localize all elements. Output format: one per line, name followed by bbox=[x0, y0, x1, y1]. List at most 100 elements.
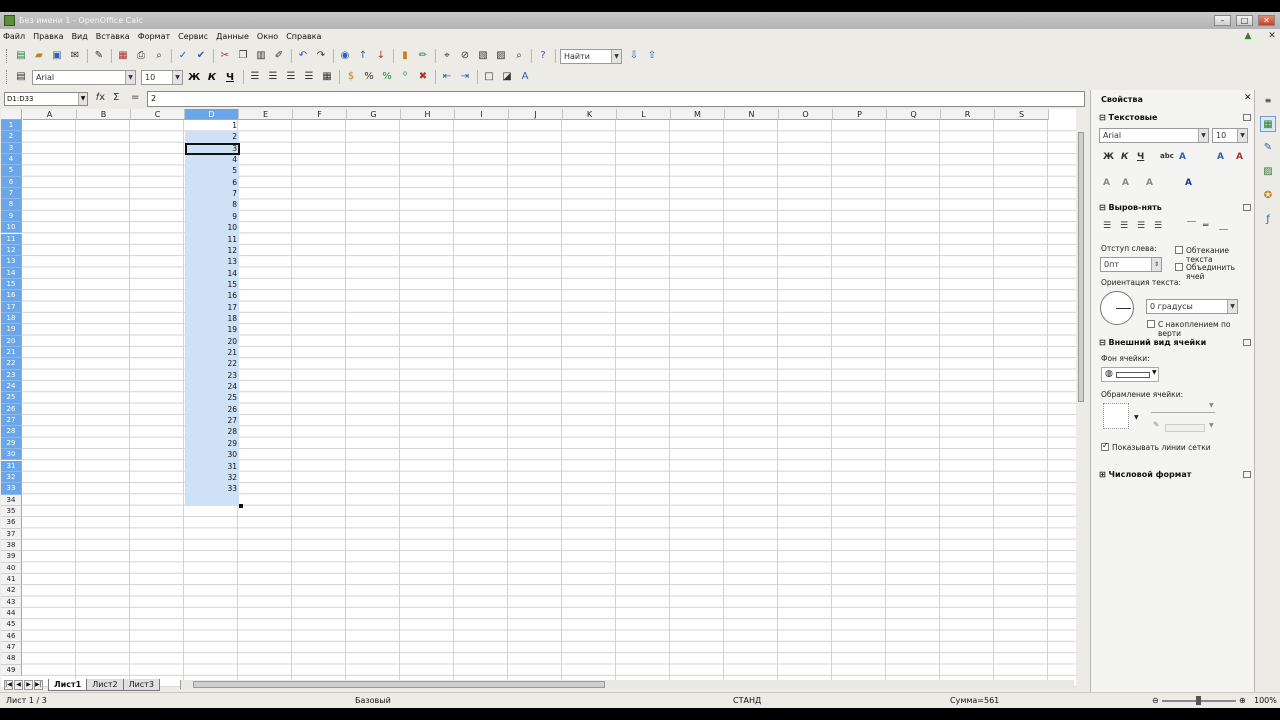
cell-d5[interactable]: 5 bbox=[185, 165, 239, 176]
cell-d30[interactable]: 30 bbox=[185, 449, 239, 460]
cut-icon[interactable]: ✂ bbox=[218, 49, 232, 63]
cell-d12[interactable]: 12 bbox=[185, 245, 239, 256]
vertical-scroll-thumb[interactable] bbox=[1078, 132, 1084, 402]
chevron-down-icon[interactable]: ▼ bbox=[1227, 300, 1237, 313]
sidebar-align-right-icon[interactable]: ☰ bbox=[1137, 221, 1145, 231]
row-header-14[interactable]: 14 bbox=[1, 267, 22, 279]
row-header-6[interactable]: 6 bbox=[1, 176, 22, 189]
row-header-41[interactable]: 41 bbox=[1, 574, 22, 586]
row-header-24[interactable]: 24 bbox=[1, 381, 22, 393]
close-button[interactable]: ✕ bbox=[1258, 15, 1275, 26]
row-header-15[interactable]: 15 bbox=[1, 278, 22, 291]
status-insert-mode[interactable]: СТАНД bbox=[733, 696, 761, 705]
row-header-23[interactable]: 23 bbox=[1, 369, 22, 382]
cell-d10[interactable]: 10 bbox=[185, 222, 239, 233]
sort-descending-icon[interactable]: ↓ bbox=[374, 49, 388, 63]
row-header-42[interactable]: 42 bbox=[1, 585, 22, 597]
column-header-s[interactable]: S bbox=[995, 109, 1049, 120]
cell-d17[interactable]: 17 bbox=[185, 302, 239, 313]
cell-d7[interactable]: 7 bbox=[185, 188, 239, 199]
sidebar-align-left-icon[interactable]: ☰ bbox=[1103, 221, 1111, 231]
underline-button[interactable]: Ч bbox=[224, 72, 236, 83]
chevron-down-icon[interactable]: ▼ bbox=[125, 70, 135, 84]
row-header-39[interactable]: 39 bbox=[1, 551, 22, 563]
zoom-in-icon[interactable]: ⊕ bbox=[1239, 696, 1246, 705]
column-header-n[interactable]: N bbox=[725, 109, 779, 120]
cell-d23[interactable]: 23 bbox=[185, 370, 239, 381]
row-header-33[interactable]: 33 bbox=[1, 483, 22, 495]
menu-insert[interactable]: Вставка bbox=[96, 32, 130, 41]
select-all-corner[interactable] bbox=[1, 109, 22, 120]
cell-d13[interactable]: 13 bbox=[185, 256, 239, 267]
bold-button[interactable]: Ж bbox=[188, 72, 200, 83]
column-header-o[interactable]: O bbox=[779, 109, 833, 120]
merge-cells-icon[interactable]: ▦ bbox=[320, 70, 334, 84]
cell-background-picker[interactable]: ◍ ▼ bbox=[1101, 367, 1159, 382]
align-center-icon[interactable]: ☰ bbox=[266, 70, 280, 84]
menu-file[interactable]: Файл bbox=[3, 32, 25, 41]
row-header-40[interactable]: 40 bbox=[1, 562, 22, 574]
superscript-icon[interactable]: A bbox=[1103, 178, 1110, 188]
properties-tab-icon[interactable]: ▦ bbox=[1260, 116, 1276, 132]
styles-tab-icon[interactable]: ✎ bbox=[1260, 140, 1276, 156]
maximize-button[interactable]: □ bbox=[1236, 15, 1253, 26]
sidebar-italic-button[interactable]: К bbox=[1121, 152, 1128, 162]
row-header-49[interactable]: 49 bbox=[1, 664, 22, 677]
chevron-down-icon[interactable]: ▼ bbox=[172, 70, 182, 84]
more-options-icon[interactable] bbox=[1243, 204, 1251, 211]
row-header-27[interactable]: 27 bbox=[1, 415, 22, 427]
cell-d26[interactable]: 26 bbox=[185, 404, 239, 415]
font-name-select[interactable]: Arial ▼ bbox=[32, 69, 136, 85]
functions-tab-icon[interactable]: ƒ bbox=[1260, 212, 1276, 228]
row-header-10[interactable]: 10 bbox=[1, 222, 22, 234]
menu-data[interactable]: Данные bbox=[216, 32, 249, 41]
last-sheet-icon[interactable]: ▶| bbox=[34, 680, 43, 690]
sheet-tab-1[interactable]: Лист1 bbox=[48, 679, 88, 691]
toolbar-grip[interactable] bbox=[6, 70, 9, 84]
cell-d9[interactable]: 9 bbox=[185, 211, 239, 222]
row-header-25[interactable]: 25 bbox=[1, 392, 22, 404]
section-character[interactable]: ⊟ Текстовые bbox=[1099, 113, 1157, 122]
email-icon[interactable]: ✉ bbox=[68, 49, 82, 63]
row-header-48[interactable]: 48 bbox=[1, 653, 22, 665]
horizontal-scroll-thumb[interactable] bbox=[193, 681, 605, 688]
row-header-44[interactable]: 44 bbox=[1, 608, 22, 620]
sort-ascending-icon[interactable]: ↑ bbox=[356, 49, 370, 63]
background-color-icon[interactable]: ◪ bbox=[500, 70, 514, 84]
merge-cells-checkbox[interactable] bbox=[1175, 263, 1183, 271]
prev-sheet-icon[interactable]: ◀ bbox=[14, 680, 23, 690]
section-alignment[interactable]: ⊟ Выров-нять bbox=[1099, 203, 1162, 212]
spin-icon[interactable]: ⇕ bbox=[1151, 258, 1161, 271]
column-header-a[interactable]: A bbox=[23, 109, 77, 120]
row-header-32[interactable]: 32 bbox=[1, 471, 22, 484]
column-header-l[interactable]: L bbox=[617, 109, 671, 120]
cell-d31[interactable]: 31 bbox=[185, 461, 239, 472]
column-header-e[interactable]: E bbox=[239, 109, 293, 120]
more-options-icon[interactable] bbox=[1243, 339, 1251, 346]
increase-indent-icon[interactable]: ⇥ bbox=[458, 70, 472, 84]
row-header-30[interactable]: 30 bbox=[1, 449, 22, 461]
column-header-i[interactable]: I bbox=[455, 109, 509, 120]
row-header-20[interactable]: 20 bbox=[1, 335, 22, 347]
find-previous-icon[interactable]: ⇧ bbox=[645, 49, 659, 63]
percent-format-icon[interactable]: % bbox=[362, 70, 376, 84]
chevron-down-icon[interactable]: ▼ bbox=[1134, 414, 1139, 421]
align-right-icon[interactable]: ☰ bbox=[284, 70, 298, 84]
update-icon[interactable]: ▲ bbox=[1242, 30, 1254, 42]
cell-d32[interactable]: 32 bbox=[185, 472, 239, 483]
chart-icon[interactable]: ▮ bbox=[398, 49, 412, 63]
help-icon[interactable]: ? bbox=[536, 49, 550, 63]
new-document-icon[interactable]: ▤ bbox=[14, 49, 28, 63]
strikethrough-icon[interactable]: abc bbox=[1160, 152, 1174, 160]
row-header-45[interactable]: 45 bbox=[1, 619, 22, 631]
show-gridlines-checkbox[interactable] bbox=[1101, 441, 1109, 451]
row-header-17[interactable]: 17 bbox=[1, 301, 22, 313]
zoom-icon[interactable]: ⌕ bbox=[512, 49, 526, 63]
draw-functions-icon[interactable]: ✏ bbox=[416, 49, 430, 63]
row-header-47[interactable]: 47 bbox=[1, 642, 22, 654]
justify-icon[interactable]: ☰ bbox=[302, 70, 316, 84]
menu-edit[interactable]: Правка bbox=[33, 32, 63, 41]
row-header-28[interactable]: 28 bbox=[1, 426, 22, 438]
cell-d16[interactable]: 16 bbox=[185, 290, 239, 301]
toolbar-grip[interactable] bbox=[6, 49, 9, 63]
